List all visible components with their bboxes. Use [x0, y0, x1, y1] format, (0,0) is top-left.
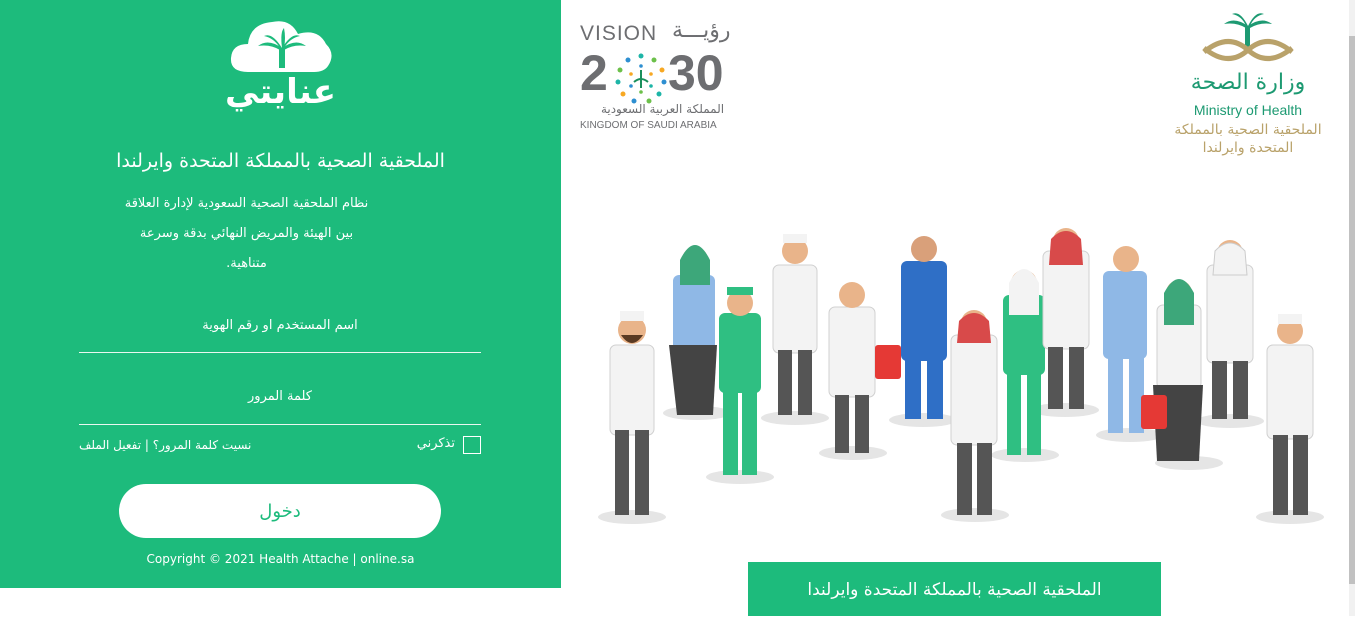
- saudi-doctor-figure-3: [1206, 240, 1254, 419]
- moh-sub-ar-2: المتحدة وايرلندا: [1202, 140, 1294, 156]
- moh-emblem-icon: [1202, 13, 1294, 61]
- vision-dots-icon: [615, 53, 667, 104]
- vision-kingdom-ar: المملكة العربية السعودية: [600, 102, 725, 116]
- username-underline: [79, 352, 481, 353]
- nurse-figure-hijab-1: [669, 245, 717, 415]
- remember-me-label: تذكرني: [416, 436, 455, 451]
- page-scrollbar[interactable]: [1349, 0, 1355, 616]
- remember-me-checkbox[interactable]: [463, 436, 481, 454]
- copyright-text: Copyright © 2021 Health Attache | online…: [146, 552, 415, 566]
- doctor-figure-2: [772, 234, 818, 415]
- forgot-password-link[interactable]: نسيت كلمة المرور؟ | تفعيل الملف: [79, 438, 251, 452]
- bottom-title-bar: الملحقية الصحية بالمملكة المتحدة وايرلند…: [748, 562, 1161, 616]
- scrollbar-thumb[interactable]: [1349, 36, 1355, 584]
- male-nurse-figure: [1103, 246, 1147, 433]
- app-logo-text: عنايتي: [225, 72, 336, 112]
- moh-sub-ar-1: الملحقية الصحية بالمملكة: [1174, 122, 1322, 138]
- saudi-doctor-figure-1: [950, 310, 998, 515]
- nurse-figure-hijab-2: [1003, 269, 1045, 455]
- description-line-3: متناهية.: [226, 256, 267, 271]
- vision-year-right: 30: [668, 45, 724, 101]
- ministry-of-health-logo: وزارة الصحة Ministry of Health الملحقية …: [1158, 8, 1338, 158]
- doctor-figure-1: [609, 311, 655, 515]
- panel-title: الملحقية الصحية بالمملكة المتحدة وايرلند…: [116, 150, 445, 172]
- doctor-figure-3: [1266, 314, 1314, 515]
- vision-2030-logo: VISION رؤيـــة 2 30 المملكة العربية السع…: [580, 18, 750, 135]
- paramedic-figure: [901, 236, 947, 419]
- page-bottom-whitespace: [0, 588, 561, 616]
- vision-kingdom-en: KINGDOM OF SAUDI ARABIA: [580, 120, 717, 131]
- login-button[interactable]: دخول: [119, 484, 441, 538]
- description-line-1: نظام الملحقية الصحية السعودية لإدارة الع…: [124, 196, 369, 211]
- username-field[interactable]: اسم المستخدم او رقم الهوية: [79, 318, 481, 333]
- moh-name-ar: وزارة الصحة: [1190, 70, 1306, 95]
- old-doctor-figure: [828, 282, 901, 453]
- medical-staff-illustration: [598, 228, 1324, 524]
- password-underline: [79, 424, 481, 425]
- cloud-palm-logo-icon: [230, 21, 332, 72]
- moh-name-en: Ministry of Health: [1193, 102, 1303, 118]
- vision-en-text: VISION: [580, 22, 658, 45]
- password-field[interactable]: كلمة المرور: [79, 389, 481, 404]
- vision-year-left: 2: [580, 45, 608, 101]
- login-panel: عنايتي الملحقية الصحية بالمملكة المتحدة …: [0, 0, 561, 588]
- surgeon-figure: [719, 287, 761, 475]
- description-line-2: بين الهيئة والمريض النهائي بدقة وسرعة: [139, 226, 354, 241]
- saudi-doctor-figure-2: [1042, 228, 1090, 409]
- vision-ar-text: رؤيـــة: [672, 18, 731, 43]
